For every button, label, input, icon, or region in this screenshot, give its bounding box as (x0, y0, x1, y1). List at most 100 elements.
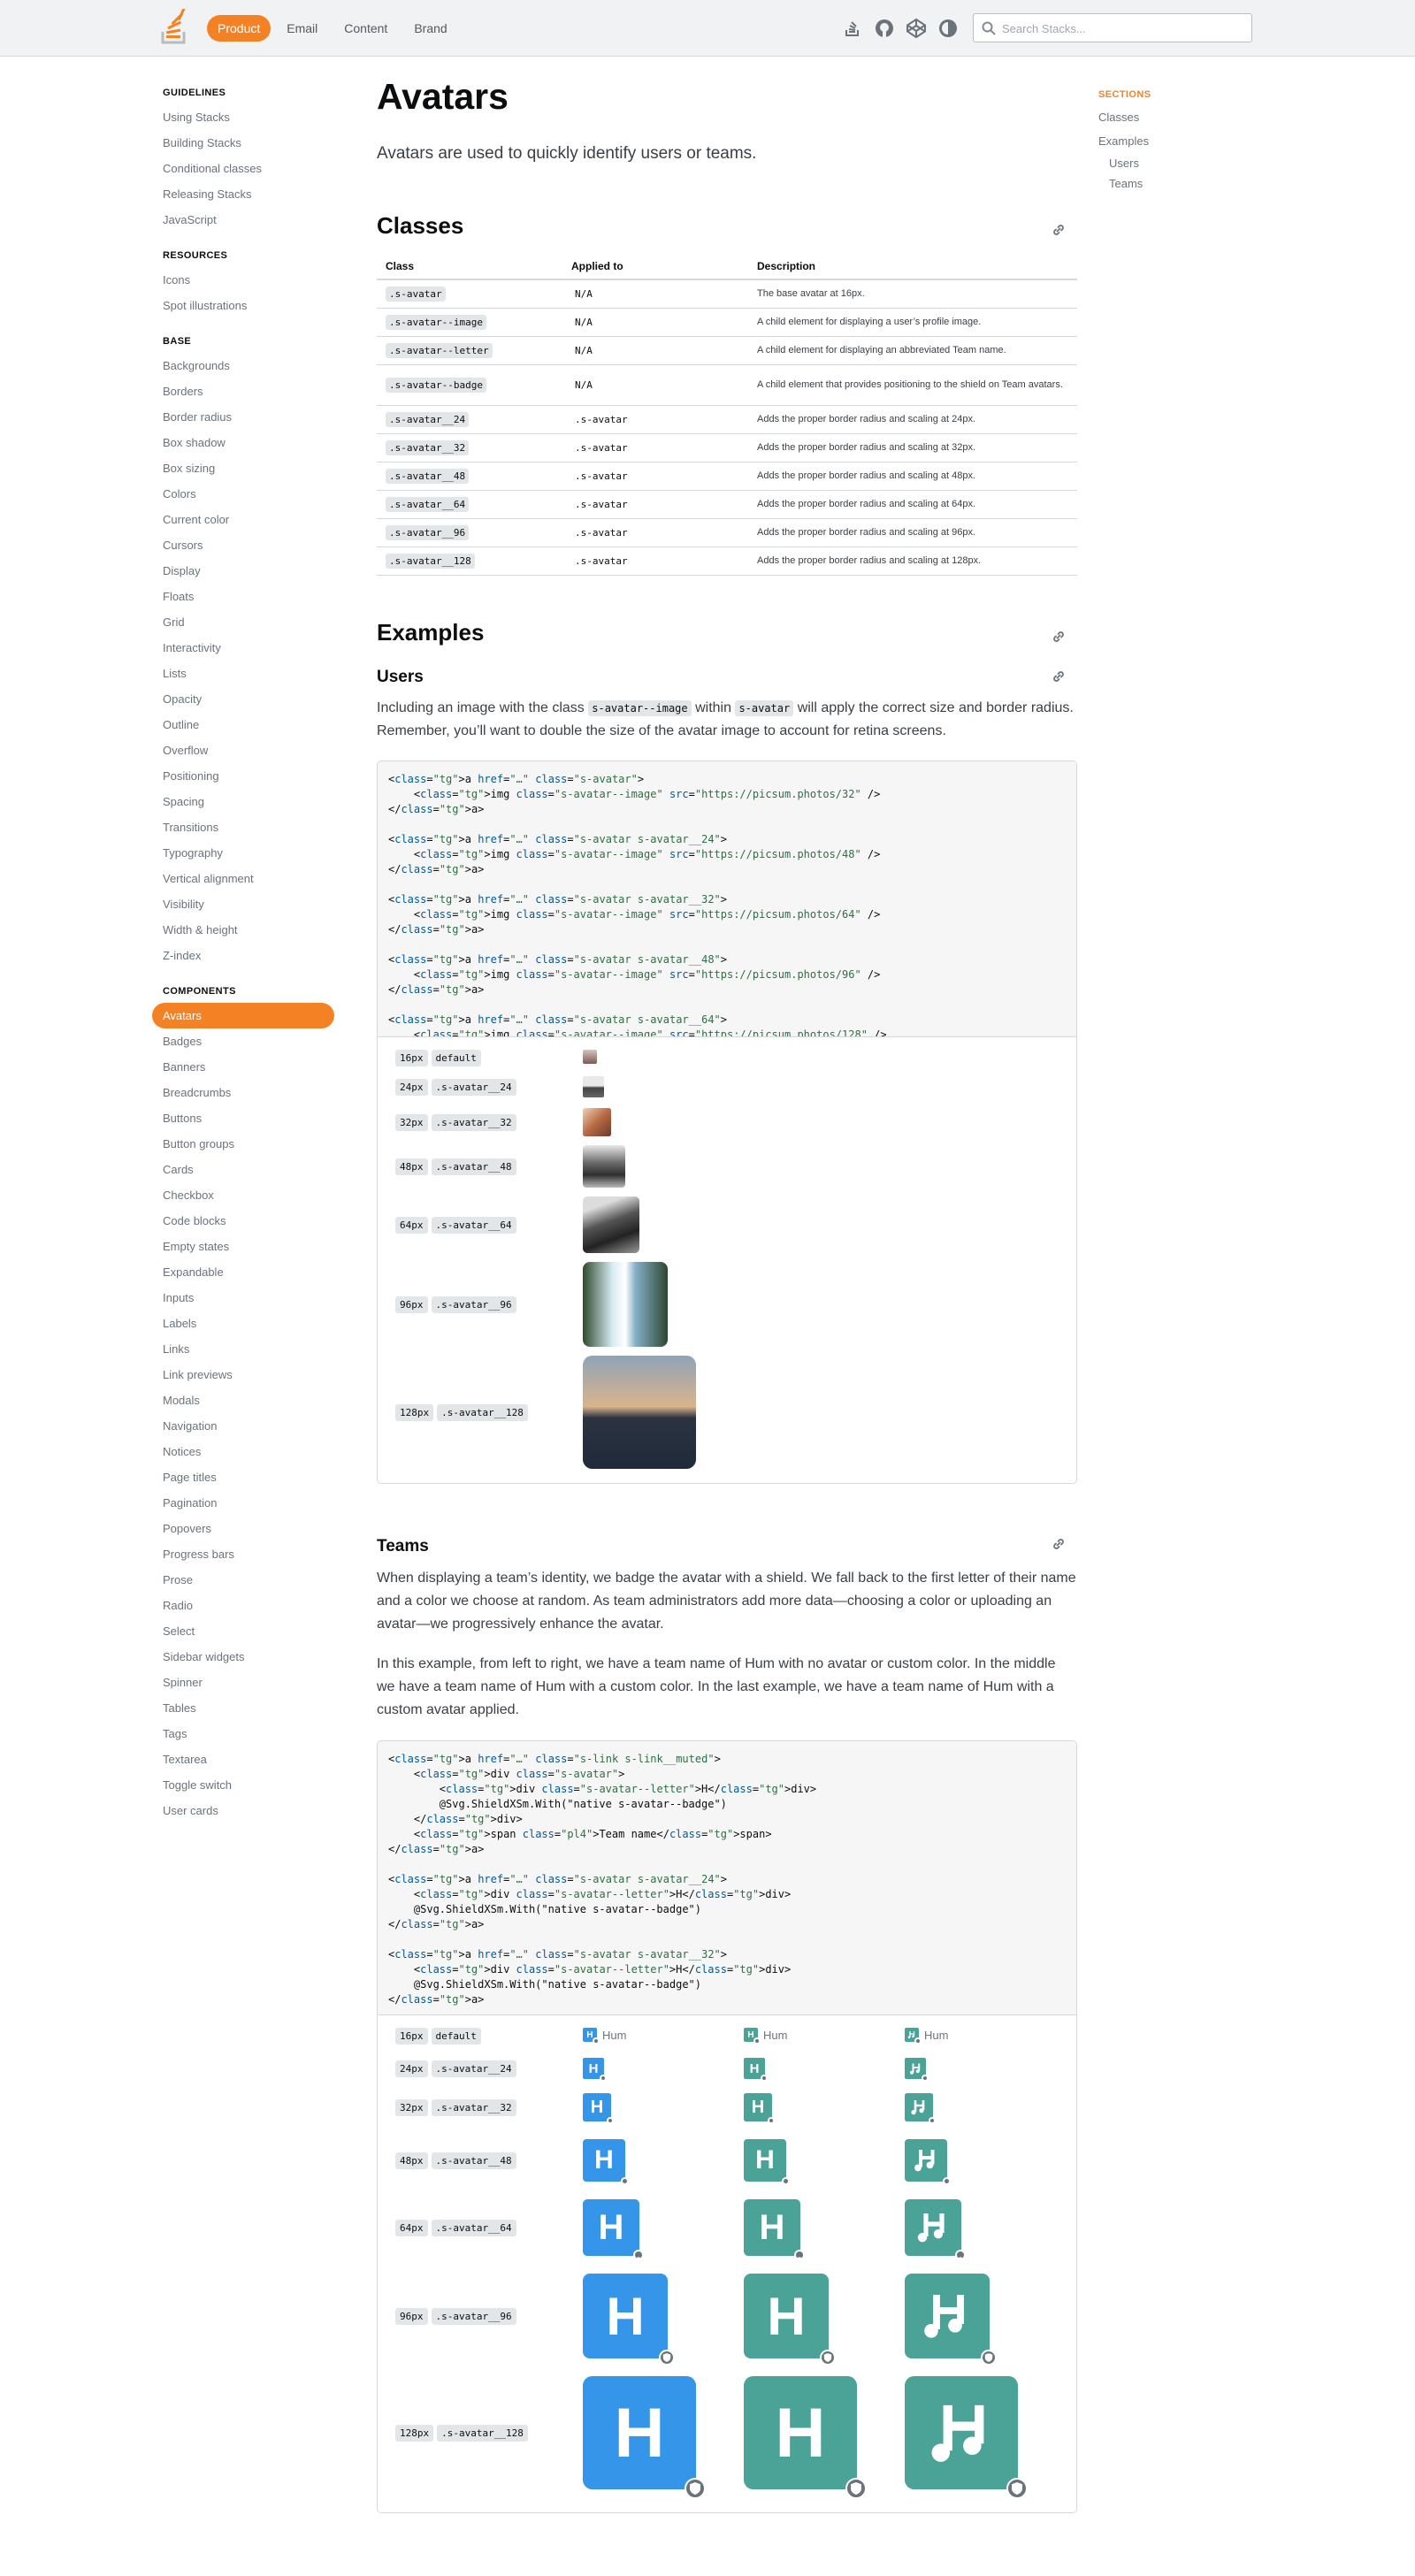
codepen-icon[interactable] (906, 18, 927, 39)
team-avatar-custom-image[interactable] (905, 2376, 1028, 2499)
sidebar-item-releasing-stacks[interactable]: Releasing Stacks (152, 181, 334, 207)
sidebar-item-typography[interactable]: Typography (152, 840, 334, 866)
sidebar-item-links[interactable]: Links (152, 1336, 334, 1362)
sidebar-item-using-stacks[interactable]: Using Stacks (152, 104, 334, 130)
sidebar-item-lists[interactable]: Lists (152, 661, 334, 686)
github-icon[interactable] (874, 18, 895, 39)
sidebar-item-interactivity[interactable]: Interactivity (152, 635, 334, 661)
sidebar-item-toggle-switch[interactable]: Toggle switch (152, 1772, 334, 1798)
nav-content[interactable]: Content (333, 15, 398, 42)
user-avatar[interactable] (583, 1196, 639, 1253)
sidebar-item-code-blocks[interactable]: Code blocks (152, 1208, 334, 1234)
nav-brand[interactable]: Brand (403, 15, 457, 42)
user-avatar[interactable] (583, 1145, 625, 1188)
sidebar-item-progress-bars[interactable]: Progress bars (152, 1541, 334, 1567)
sidebar-item-checkbox[interactable]: Checkbox (152, 1182, 334, 1208)
sidebar-item-labels[interactable]: Labels (152, 1311, 334, 1336)
sidebar-item-opacity[interactable]: Opacity (152, 686, 334, 712)
sidebar-item-inputs[interactable]: Inputs (152, 1285, 334, 1311)
sidebar-item-empty-states[interactable]: Empty states (152, 1234, 334, 1259)
sidebar-item-vertical-alignment[interactable]: Vertical alignment (152, 866, 334, 891)
nav-product[interactable]: Product (207, 15, 272, 42)
sidebar-item-avatars[interactable]: Avatars (152, 1003, 334, 1028)
sidebar-item-buttons[interactable]: Buttons (152, 1105, 334, 1131)
user-avatar[interactable] (583, 1076, 604, 1097)
team-avatar-default[interactable]: H (583, 2274, 675, 2366)
sidebar-item-border-radius[interactable]: Border radius (152, 404, 334, 430)
sidebar-item-current-color[interactable]: Current color (152, 507, 334, 532)
sidebar-item-width-height[interactable]: Width & height (152, 917, 334, 943)
sidebar-item-pagination[interactable]: Pagination (152, 1490, 334, 1516)
team-name[interactable]: Hum (924, 2029, 948, 2042)
sidebar-item-cursors[interactable]: Cursors (152, 532, 334, 558)
theme-toggle-icon[interactable] (937, 18, 959, 39)
team-avatar-default[interactable]: H (583, 2028, 600, 2051)
sidebar-item-expandable[interactable]: Expandable (152, 1259, 334, 1285)
team-avatar-custom-color[interactable]: H (744, 2274, 836, 2366)
sidebar-item-building-stacks[interactable]: Building Stacks (152, 130, 334, 156)
user-avatar[interactable] (583, 1356, 696, 1469)
user-avatar[interactable] (583, 1108, 611, 1136)
team-avatar-custom-color[interactable]: H (744, 2058, 768, 2088)
sidebar-item-floats[interactable]: Floats (152, 584, 334, 609)
sidebar-item-display[interactable]: Display (152, 558, 334, 584)
sidebar-item-cards[interactable]: Cards (152, 1157, 334, 1182)
sidebar-item-select[interactable]: Select (152, 1618, 334, 1644)
users-link-icon[interactable] (1051, 669, 1067, 684)
team-avatar-default[interactable]: H (583, 2139, 629, 2190)
team-avatar-custom-image[interactable] (905, 2274, 997, 2366)
sidebar-item-tables[interactable]: Tables (152, 1695, 334, 1721)
sidebar-item-icons[interactable]: Icons (152, 267, 334, 293)
sidebar-item-overflow[interactable]: Overflow (152, 738, 334, 763)
stacks-logo-icon[interactable] (159, 9, 189, 46)
toc-users[interactable]: Users (1098, 153, 1151, 173)
sidebar-item-popovers[interactable]: Popovers (152, 1516, 334, 1541)
sidebar-item-box-sizing[interactable]: Box sizing (152, 455, 334, 481)
sidebar-item-prose[interactable]: Prose (152, 1567, 334, 1593)
sidebar-item-navigation[interactable]: Navigation (152, 1413, 334, 1439)
sidebar-item-badges[interactable]: Badges (152, 1028, 334, 1054)
team-avatar-custom-color[interactable]: H (744, 2093, 775, 2130)
sidebar-item-radio[interactable]: Radio (152, 1593, 334, 1618)
team-avatar-default[interactable]: H (583, 2199, 644, 2262)
team-avatar-custom-image[interactable] (905, 2139, 951, 2190)
team-avatar-default[interactable]: H (583, 2093, 614, 2130)
sidebar-item-grid[interactable]: Grid (152, 609, 334, 635)
sidebar-item-modals[interactable]: Modals (152, 1387, 334, 1413)
teams-link-icon[interactable] (1051, 1536, 1067, 1552)
sidebar-item-spinner[interactable]: Spinner (152, 1670, 334, 1695)
sidebar-item-conditional-classes[interactable]: Conditional classes (152, 156, 334, 181)
sidebar-item-transitions[interactable]: Transitions (152, 814, 334, 840)
sidebar-item-borders[interactable]: Borders (152, 378, 334, 404)
sidebar-item-breadcrumbs[interactable]: Breadcrumbs (152, 1080, 334, 1105)
team-avatar-custom-image[interactable] (905, 2199, 966, 2262)
sidebar-item-tags[interactable]: Tags (152, 1721, 334, 1747)
team-name[interactable]: Hum (763, 2029, 787, 2042)
examples-link-icon[interactable] (1051, 629, 1067, 645)
stack-overflow-icon[interactable] (842, 18, 863, 39)
toc-teams[interactable]: Teams (1098, 173, 1151, 194)
sidebar-item-box-shadow[interactable]: Box shadow (152, 430, 334, 455)
sidebar-item-z-index[interactable]: Z-index (152, 943, 334, 968)
user-avatar[interactable] (583, 1262, 668, 1347)
sidebar-item-javascript[interactable]: JavaScript (152, 207, 334, 233)
sidebar-item-link-previews[interactable]: Link previews (152, 1362, 334, 1387)
sidebar-item-colors[interactable]: Colors (152, 481, 334, 507)
users-code-block[interactable]: <class="tg">a href="…" class="s-avatar">… (378, 761, 1076, 1037)
team-avatar-default[interactable]: H (583, 2058, 607, 2088)
sidebar-item-outline[interactable]: Outline (152, 712, 334, 738)
sidebar-item-visibility[interactable]: Visibility (152, 891, 334, 917)
sidebar-item-button-groups[interactable]: Button groups (152, 1131, 334, 1157)
toc-examples[interactable]: Examples (1098, 129, 1151, 153)
sidebar-item-positioning[interactable]: Positioning (152, 763, 334, 789)
classes-link-icon[interactable] (1051, 222, 1067, 238)
team-avatar-custom-image[interactable] (905, 2028, 922, 2051)
teams-code-block[interactable]: <class="tg">a href="…" class="s-link s-l… (378, 1741, 1076, 2015)
team-avatar-custom-color[interactable]: H (744, 2028, 761, 2051)
user-avatar[interactable] (583, 1050, 597, 1064)
team-avatar-custom-image[interactable] (905, 2093, 936, 2130)
team-avatar-default[interactable]: H (583, 2376, 706, 2499)
toc-classes[interactable]: Classes (1098, 105, 1151, 129)
sidebar-item-textarea[interactable]: Textarea (152, 1747, 334, 1772)
search-input[interactable]: Search Stacks... (973, 13, 1252, 42)
